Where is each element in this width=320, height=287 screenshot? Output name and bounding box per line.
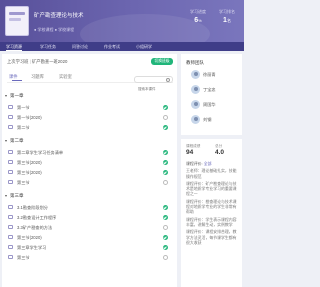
document-icon [8, 105, 13, 109]
list-item[interactable]: 第三节(2020) [8, 169, 173, 177]
course-evaluation-panel: 课程成绩 94 总分 4.0 课程评价: 全部 王老师：理论基础扎实，技能操作规… [181, 139, 242, 287]
tab-courseware[interactable]: 课件 [9, 74, 22, 81]
avatar [191, 70, 200, 79]
chevron-down-icon [5, 94, 7, 97]
avatar [191, 115, 200, 124]
completed-check-icon [163, 205, 168, 210]
list-item[interactable]: 第二节 [8, 124, 173, 132]
list-item[interactable]: 第二章学生学习任务清单 [8, 149, 173, 157]
document-icon [8, 160, 13, 164]
review-item: 课程评价：勘查理论与技术课程对地质学专业的学生非常有帮助 [186, 198, 237, 215]
incomplete-circle-icon [163, 255, 168, 260]
completed-check-icon [163, 170, 168, 175]
tab-groups[interactable]: 小组研学 [136, 43, 152, 51]
incomplete-circle-icon [163, 225, 168, 230]
document-icon [8, 225, 13, 229]
teacher-item[interactable]: 周国华 [191, 100, 241, 111]
course-content-panel: 上次学习班 | 矿产勘查一班2020 切换班级 课件 习题库 实验室 第一章 第… [2, 54, 177, 287]
chapter-3-header[interactable]: 第三章 [5, 193, 24, 199]
list-item[interactable]: 第三节(2020) [8, 234, 173, 242]
document-icon [8, 115, 13, 119]
list-item[interactable]: 第一节(2020) [8, 114, 173, 122]
tab-resources[interactable]: 学习资源 [6, 43, 22, 51]
chevron-down-icon [5, 194, 7, 197]
completed-check-icon [163, 160, 168, 165]
document-icon [8, 255, 13, 259]
tab-exams[interactable]: 作业考试 [104, 43, 120, 51]
view-all-link[interactable]: 全部 [204, 161, 212, 166]
review-item: 课程评价：课程安排合理，教学方法灵活，每节课学生都有很大收获 [186, 229, 237, 245]
list-item[interactable]: 3.1勘查阶段划分 [8, 204, 173, 212]
tab-question-bank[interactable]: 习题库 [31, 74, 44, 80]
search-icon[interactable] [166, 78, 170, 82]
document-icon [8, 150, 13, 154]
teacher-item[interactable]: 丁宝忠 [191, 85, 241, 96]
completed-check-icon [163, 215, 168, 220]
document-icon [8, 180, 13, 184]
review-item: 课程评价：学生表示课程内容丰富，讲解生动，实例教学 [186, 216, 237, 227]
teacher-item[interactable]: 徐丽青 [191, 70, 241, 81]
teacher-team-panel: 教师团队 徐丽青 丁宝忠 周国华 刘钢 [181, 54, 242, 135]
course-nav: 学习资源 学习任务 问答讨论 作业考试 小组研学 [0, 42, 244, 51]
list-item[interactable]: 3.2勘查设计工作程序 [8, 214, 173, 222]
completed-check-icon [163, 245, 168, 250]
list-item[interactable]: 3.3矿产勘查的方法 [8, 224, 173, 232]
document-icon [8, 205, 13, 209]
avatar [191, 100, 200, 109]
list-item[interactable]: 第三节 [8, 179, 173, 187]
chevron-down-icon [5, 139, 7, 142]
completed-check-icon [163, 105, 168, 110]
list-item[interactable]: 第一节 [8, 104, 173, 112]
avatar [191, 85, 200, 94]
tab-tasks[interactable]: 学习任务 [40, 43, 56, 51]
course-cover-image [5, 6, 29, 36]
tab-lab[interactable]: 实验室 [59, 74, 72, 80]
active-tab-indicator [12, 80, 22, 81]
document-icon [8, 125, 13, 129]
search-input[interactable] [138, 86, 168, 92]
completed-check-icon [163, 235, 168, 240]
teacher-item[interactable]: 刘钢 [191, 115, 241, 126]
search-box[interactable] [134, 76, 173, 92]
review-heading: 课程评价: 全部 [186, 161, 212, 166]
incomplete-circle-icon [163, 180, 168, 185]
course-subtitle: ● 学校课程 ● 学校课程 [34, 27, 75, 32]
review-item: 王老师：理论基础扎实，技能操作规范 [186, 168, 237, 179]
total-value: 4.0 [215, 149, 225, 156]
review-list: 课程评价: 全部 王老师：理论基础扎实，技能操作规范 课程评价：矿产勘查理论与技… [186, 161, 238, 245]
current-class: 上次学习班 | 矿产勘查一班2020 [7, 59, 68, 64]
chapter-2-header[interactable]: 第二章 [5, 138, 24, 144]
document-icon [8, 215, 13, 219]
completed-check-icon [163, 125, 168, 130]
review-item: 课程评价：矿产勘查理论与技术是地质学专业学习的重要课程之一 [186, 180, 237, 197]
tab-qa[interactable]: 问答讨论 [72, 43, 88, 51]
completed-check-icon [163, 150, 168, 155]
score-value: 94 [186, 149, 194, 156]
incomplete-circle-icon [163, 115, 168, 120]
class-name: 矿产勘查一班2020 [32, 59, 68, 64]
list-item[interactable]: 第三节(2020) [8, 159, 173, 167]
chapter-1-header[interactable]: 第一章 [5, 93, 24, 99]
list-item[interactable]: 第三章学生学习 [8, 244, 173, 252]
rank-stat: 学习排名 1名 [219, 9, 235, 24]
teacher-team-title: 教师团队 [186, 60, 204, 65]
course-title: 矿产勘查理论与技术 [34, 13, 84, 19]
switch-class-button[interactable]: 切换班级 [151, 58, 173, 65]
progress-stat: 学习进度 6% [190, 9, 206, 24]
course-banner: 矿产勘查理论与技术 ● 学校课程 ● 学校课程 学习进度 6% 学习排名 1名 [0, 0, 244, 42]
document-icon [8, 245, 13, 249]
list-item[interactable]: 第三节 [8, 254, 173, 262]
document-icon [8, 235, 13, 239]
document-icon [8, 170, 13, 174]
